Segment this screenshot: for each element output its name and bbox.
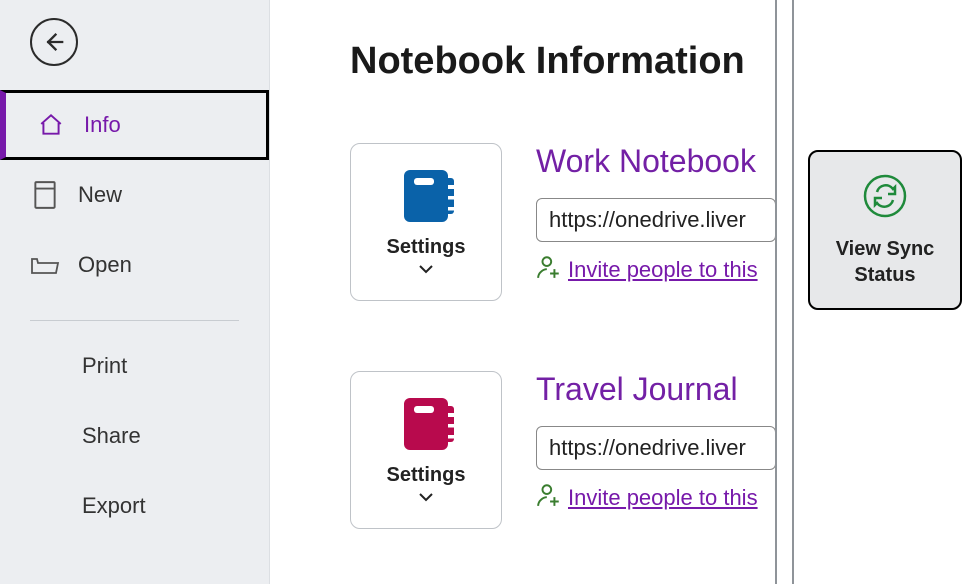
- settings-label: Settings: [387, 236, 466, 259]
- arrow-left-icon: [40, 28, 68, 56]
- chevron-down-icon: [418, 263, 434, 275]
- right-column: View Sync Status: [808, 150, 962, 310]
- home-icon: [36, 112, 66, 138]
- sidebar-item-share[interactable]: Share: [0, 401, 269, 471]
- sidebar-item-new[interactable]: New: [0, 160, 269, 230]
- view-sync-status-button[interactable]: View Sync Status: [808, 150, 962, 310]
- notebook-settings-button[interactable]: Settings: [350, 371, 502, 529]
- sidebar-item-info[interactable]: Info: [0, 90, 269, 160]
- sidebar-item-label: Print: [82, 353, 127, 379]
- sidebar-item-open[interactable]: Open: [0, 230, 269, 300]
- main-panel: Notebook Information Settings Work Noteb…: [270, 0, 978, 584]
- notebook-url-text: https://onedrive.liver: [549, 435, 746, 461]
- vertical-divider: [792, 0, 794, 584]
- notebook-url-text: https://onedrive.liver: [549, 207, 746, 233]
- person-add-icon: [536, 254, 562, 285]
- notebook-url-field[interactable]: https://onedrive.liver: [536, 426, 776, 470]
- notebook-meta: Work Notebook https://onedrive.liver Inv…: [536, 143, 776, 285]
- person-add-icon: [536, 482, 562, 513]
- invite-row: Invite people to this: [536, 482, 776, 513]
- folder-open-icon: [30, 252, 60, 278]
- page-title: Notebook Information: [350, 40, 978, 83]
- sidebar-item-export[interactable]: Export: [0, 471, 269, 541]
- backstage-view: Info New Open Print Share: [0, 0, 978, 584]
- notebook-row: Settings Travel Journal https://onedrive…: [350, 371, 978, 529]
- sidebar-item-label: Share: [82, 423, 141, 449]
- notebook-name: Work Notebook: [536, 143, 776, 180]
- back-button[interactable]: [30, 18, 78, 66]
- settings-label: Settings: [387, 464, 466, 487]
- invite-row: Invite people to this: [536, 254, 776, 285]
- invite-link[interactable]: Invite people to this: [568, 257, 758, 283]
- sidebar-sub-group: Print Share Export: [0, 310, 269, 541]
- backstage-sidebar: Info New Open Print Share: [0, 0, 270, 584]
- notebook-name: Travel Journal: [536, 371, 776, 408]
- notebook-meta: Travel Journal https://onedrive.liver In…: [536, 371, 776, 513]
- sync-label: View Sync Status: [836, 236, 935, 288]
- vertical-divider: [775, 0, 777, 584]
- chevron-down-icon: [418, 491, 434, 503]
- invite-link[interactable]: Invite people to this: [568, 485, 758, 511]
- sync-icon: [861, 172, 909, 220]
- sidebar-item-label: Open: [78, 252, 132, 278]
- notebook-icon: [404, 398, 448, 450]
- notebook-icon: [404, 170, 448, 222]
- sidebar-item-print[interactable]: Print: [0, 331, 269, 401]
- sidebar-item-label: Export: [82, 493, 146, 519]
- notebook-url-field[interactable]: https://onedrive.liver: [536, 198, 776, 242]
- sidebar-divider: [30, 320, 239, 321]
- page-icon: [30, 180, 60, 210]
- notebook-settings-button[interactable]: Settings: [350, 143, 502, 301]
- sidebar-item-label: New: [78, 182, 122, 208]
- sidebar-item-label: Info: [84, 112, 121, 138]
